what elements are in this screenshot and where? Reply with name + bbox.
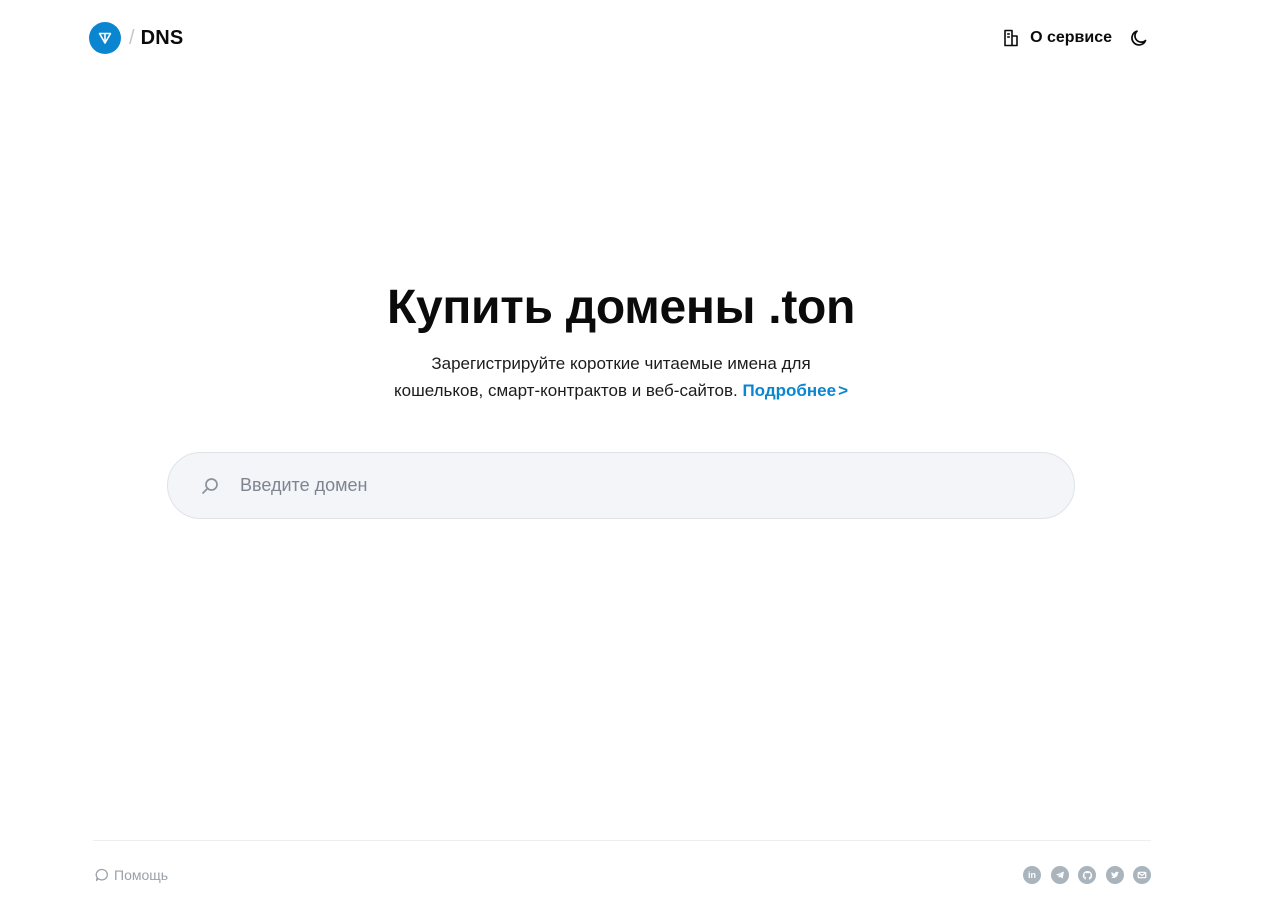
- page: / DNS О сервисе Купить домены .ton Зарег…: [0, 0, 1280, 904]
- chat-bubble-icon: [95, 868, 109, 882]
- more-info-link[interactable]: Подробнее >: [742, 381, 848, 400]
- telegram-icon[interactable]: [1050, 866, 1069, 884]
- brand-separator: /: [129, 26, 135, 49]
- help-link[interactable]: Помощь: [93, 867, 168, 883]
- github-icon[interactable]: [1078, 866, 1096, 884]
- brand-name: DNS: [140, 26, 184, 49]
- document-icon: [1001, 28, 1021, 48]
- hero-subtitle-line2: кошельков, смарт-контрактов и веб-сайтов…: [394, 381, 738, 400]
- more-info-label: Подробнее: [742, 381, 837, 400]
- theme-toggle-button[interactable]: [1128, 27, 1150, 49]
- linkedin-glyph: in: [1028, 870, 1036, 880]
- page-title: Купить домены .ton: [386, 281, 856, 334]
- hero-subtitle: Зарегистрируйте короткие читаемые имена …: [0, 350, 1242, 404]
- email-icon[interactable]: [1133, 866, 1151, 884]
- domain-search-bar[interactable]: [167, 452, 1075, 519]
- social-links: in: [1023, 866, 1151, 884]
- header: / DNS О сервисе: [89, 22, 1150, 54]
- domain-search-input[interactable]: [238, 464, 1074, 507]
- hero-subtitle-line1: Зарегистрируйте короткие читаемые имена …: [431, 354, 811, 373]
- help-label: Помощь: [114, 867, 169, 883]
- header-actions: О сервисе: [1001, 27, 1150, 49]
- ton-logo-icon: [89, 22, 121, 54]
- twitter-icon[interactable]: [1105, 866, 1124, 884]
- chevron-right-icon: >: [838, 381, 848, 400]
- hero: Купить домены .ton Зарегистрируйте корот…: [0, 278, 1242, 404]
- moon-icon: [1129, 28, 1149, 48]
- footer-divider: [93, 840, 1151, 841]
- about-service-link[interactable]: О сервисе: [1001, 28, 1112, 48]
- footer: Помощь in: [93, 862, 1151, 888]
- search-icon: [200, 476, 220, 496]
- linkedin-icon[interactable]: in: [1023, 866, 1041, 884]
- about-service-label: О сервисе: [1030, 29, 1112, 46]
- brand-home-link[interactable]: / DNS: [89, 22, 183, 54]
